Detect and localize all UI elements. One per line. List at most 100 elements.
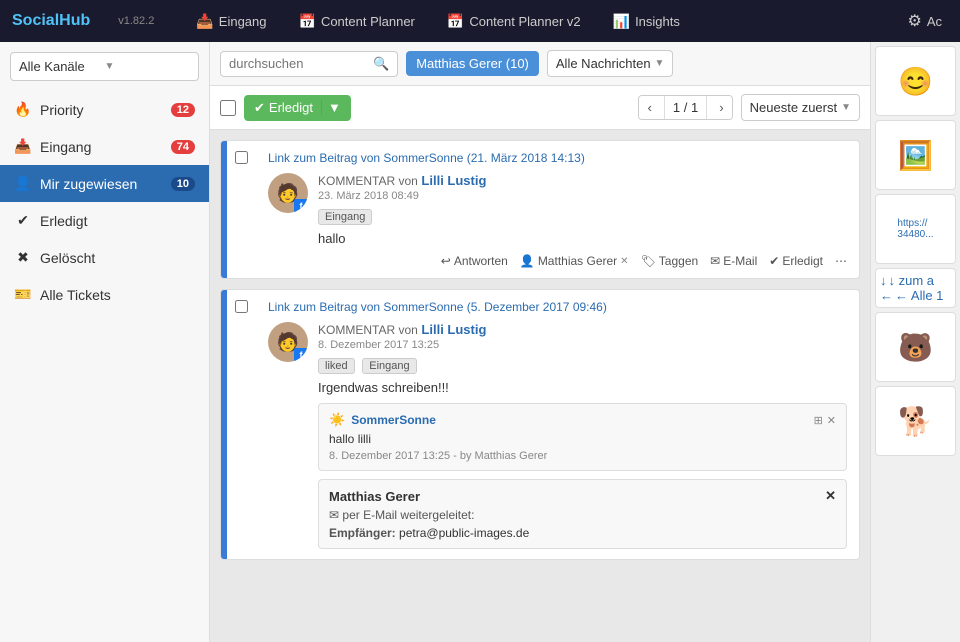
assign-action[interactable]: 👤 Matthias Gerer ✕ xyxy=(520,254,629,268)
author-link-2[interactable]: Lilli Lustig xyxy=(421,322,486,337)
facebook-badge-2: f xyxy=(294,348,308,362)
sidebar-label-eingang: Eingang xyxy=(40,139,163,155)
nav-label-insights: Insights xyxy=(635,14,680,29)
forward-sender: Matthias Gerer xyxy=(329,489,420,504)
reply-action[interactable]: ↩ Antworten xyxy=(441,254,508,268)
reply-all-icon: ← xyxy=(880,288,893,303)
user-filter-button[interactable]: Matthias Gerer (10) xyxy=(406,51,539,76)
prev-page-button[interactable]: ‹ xyxy=(639,96,659,119)
message-details-2: KOMMENTAR von Lilli Lustig 8. Dezember 2… xyxy=(318,322,847,549)
settings-button[interactable]: ⚙ Ac xyxy=(901,7,948,35)
chart-icon: 📊 xyxy=(613,13,630,30)
message-date: 23. März 2018 08:49 xyxy=(318,190,847,202)
sidebar-label-geloscht: Gelöscht xyxy=(40,250,195,266)
done-label: Erledigt xyxy=(782,254,823,268)
message-filter-dropdown[interactable]: Alle Nachrichten ▼ xyxy=(547,50,674,77)
action-bar: ✔ Erledigt ▼ ‹ 1 / 1 › Neueste zuerst ▼ xyxy=(210,86,870,130)
quote-author[interactable]: SommerSonne xyxy=(351,413,436,427)
message-card-2: Link zum Beitrag von SommerSonne (5. Dez… xyxy=(220,289,860,560)
erledigt-button[interactable]: ✔ Erledigt ▼ xyxy=(244,95,351,121)
user-assign-icon: 👤 xyxy=(520,254,535,268)
x-icon: ✖ xyxy=(14,249,32,266)
message-actions: ↩ Antworten 👤 Matthias Gerer ✕ 🏷 xyxy=(318,254,847,268)
dropdown-arrow-icon[interactable]: ▼ xyxy=(321,100,341,115)
more-action[interactable]: ⋯ xyxy=(835,254,847,268)
account-label: Ac xyxy=(927,14,942,29)
right-panel-item-2[interactable]: 🖼️ xyxy=(875,120,956,190)
sidebar-item-eingang[interactable]: 📥 Eingang 74 xyxy=(0,128,209,165)
message-header-link[interactable]: Link zum Beitrag von SommerSonne (21. Mä… xyxy=(268,151,847,165)
sidebar-item-mir-zugewiesen[interactable]: 👤 Mir zugewiesen 10 xyxy=(0,165,209,202)
author-link[interactable]: Lilli Lustig xyxy=(421,173,486,188)
sidebar-item-alle-tickets[interactable]: 🎫 Alle Tickets xyxy=(0,276,209,313)
message-tags: Eingang xyxy=(318,208,847,231)
sort-dropdown[interactable]: Neueste zuerst ▼ xyxy=(741,94,860,121)
right-panel-item-actions: ↓ ↓ zum a ← ← Alle 1 xyxy=(875,268,956,308)
search-icon[interactable]: 🔍 xyxy=(373,56,389,72)
message-card: Link zum Beitrag von SommerSonne (21. Mä… xyxy=(220,140,860,279)
forward-header: Matthias Gerer ✕ xyxy=(329,488,836,504)
expand-icon[interactable]: ⊞ xyxy=(814,414,823,427)
sidebar-label-alle-tickets: Alle Tickets xyxy=(40,287,195,303)
message-body: Link zum Beitrag von SommerSonne (21. Mä… xyxy=(256,141,859,278)
inbox-icon: 📥 xyxy=(14,138,32,155)
close-quote-icon[interactable]: ✕ xyxy=(827,414,836,427)
toolbar: 🔍 Matthias Gerer (10) Alle Nachrichten ▼ xyxy=(210,42,870,86)
right-panel-item-dog[interactable]: 🐕 xyxy=(875,386,956,456)
bear-icon: 🐻 xyxy=(898,331,933,364)
nav-item-insights[interactable]: 📊 Insights xyxy=(607,9,686,34)
nav-label-eingang: Eingang xyxy=(219,14,267,29)
download-link[interactable]: ↓ ↓ zum a xyxy=(880,273,934,288)
sidebar-item-priority[interactable]: 🔥 Priority 12 xyxy=(0,91,209,128)
assignee-label: Matthias Gerer xyxy=(538,254,617,268)
tag-action[interactable]: 🏷 Taggen xyxy=(641,254,699,268)
app-version: v1.82.2 xyxy=(118,15,154,27)
nav-label-content-planner: Content Planner xyxy=(321,14,415,29)
quote-header: ☀️ SommerSonne ⊞ ✕ xyxy=(329,412,836,428)
sidebar-label-priority: Priority xyxy=(40,102,163,118)
sun-icon: ☀️ xyxy=(329,412,345,428)
nav-item-content-planner-v2[interactable]: 📅 Content Planner v2 xyxy=(441,9,587,34)
chevron-down-icon: ▼ xyxy=(105,61,191,72)
sidebar-label-erledigt: Erledigt xyxy=(40,213,195,229)
reply-label: Antworten xyxy=(454,254,508,268)
tag-eingang: Eingang xyxy=(318,209,372,225)
channel-dropdown[interactable]: Alle Kanäle ▼ xyxy=(10,52,199,81)
messages-area: Link zum Beitrag von SommerSonne (21. Mä… xyxy=(210,130,870,642)
brand-logo: SocialHub xyxy=(12,12,90,30)
right-panel-item-1[interactable]: 😊 xyxy=(875,46,956,116)
search-input[interactable] xyxy=(229,56,369,71)
reply-all-link[interactable]: ← ← Alle 1 xyxy=(880,288,943,303)
nav-item-eingang[interactable]: 📥 Eingang xyxy=(190,9,272,34)
message-checkbox[interactable] xyxy=(235,151,248,164)
sidebar: Alle Kanäle ▼ 🔥 Priority 12 📥 Eingang 74… xyxy=(0,42,210,642)
message-header-link-2[interactable]: Link zum Beitrag von SommerSonne (5. Dez… xyxy=(268,300,847,314)
select-all-checkbox[interactable] xyxy=(220,100,236,116)
remove-assignee-icon[interactable]: ✕ xyxy=(620,256,628,267)
message-filter-label: Alle Nachrichten xyxy=(556,56,651,71)
message-body-2: Link zum Beitrag von SommerSonne (5. Dez… xyxy=(256,290,859,559)
gear-icon: ⚙ xyxy=(907,11,921,31)
message-checkbox-area-2 xyxy=(227,290,256,559)
recipient-email: petra@public-images.de xyxy=(399,526,529,540)
reply-icon: ↩ xyxy=(441,254,451,268)
close-forward-icon[interactable]: ✕ xyxy=(825,488,836,504)
next-page-button[interactable]: › xyxy=(711,96,731,119)
quote-date: 8. Dezember 2017 13:25 - by Matthias Ger… xyxy=(329,450,836,462)
mir-zugewiesen-badge: 10 xyxy=(171,177,195,191)
sidebar-item-geloscht[interactable]: ✖ Gelöscht xyxy=(0,239,209,276)
right-panel-item-link[interactable]: https://34480... xyxy=(875,194,956,264)
forward-recipient: Empfänger: petra@public-images.de xyxy=(329,526,836,540)
message-checkbox-2[interactable] xyxy=(235,300,248,313)
done-action[interactable]: ✔ Erledigt xyxy=(769,254,823,268)
content-area: 🔍 Matthias Gerer (10) Alle Nachrichten ▼… xyxy=(210,42,870,642)
nav-item-content-planner[interactable]: 📅 Content Planner xyxy=(293,9,421,34)
email-action[interactable]: ✉ E-Mail xyxy=(710,254,757,268)
forward-block: Matthias Gerer ✕ ✉ per E-Mail weitergele… xyxy=(318,479,847,549)
search-box[interactable]: 🔍 xyxy=(220,51,398,77)
right-panel-item-bear[interactable]: 🐻 xyxy=(875,312,956,382)
sidebar-item-erledigt[interactable]: ✔ Erledigt xyxy=(0,202,209,239)
kommentar-prefix-2: KOMMENTAR von xyxy=(318,323,418,337)
erledigt-label: Erledigt xyxy=(269,100,313,115)
check-icon: ✔ xyxy=(254,100,265,116)
